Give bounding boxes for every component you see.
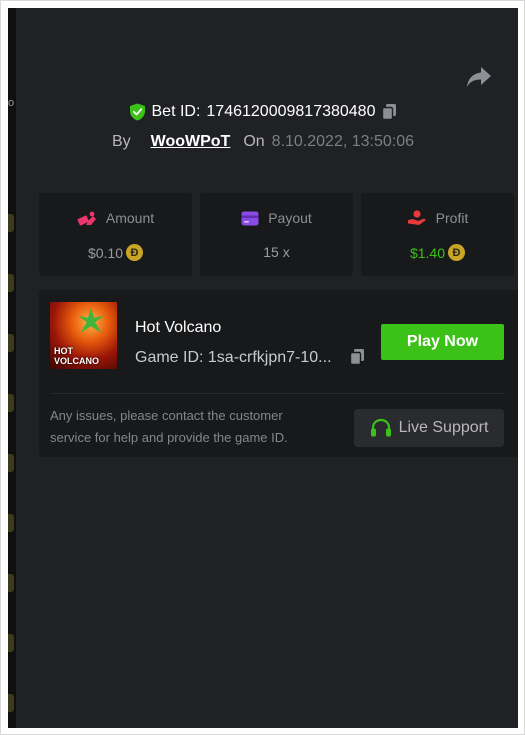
by-label: By xyxy=(111,133,131,150)
amount-label: Amount xyxy=(105,210,155,226)
game-thumbnail[interactable]: HOT VOLCANO xyxy=(50,302,117,369)
bet-id-label: Bet ID: xyxy=(151,103,201,120)
bet-details-panel: o Bet ID: 1746120009817380480 By WooWPoT… xyxy=(8,8,518,728)
live-support-label: Live Support xyxy=(398,419,489,436)
share-icon[interactable] xyxy=(466,66,492,88)
divider xyxy=(50,393,505,394)
amount-stat: Amount $0.10 Ð xyxy=(39,193,192,276)
thumbnail-text-line1: HOT xyxy=(54,346,73,356)
background-item xyxy=(8,274,14,292)
background-item xyxy=(8,454,14,472)
live-support-button[interactable]: Live Support xyxy=(354,409,504,447)
verified-shield-icon xyxy=(129,103,145,121)
amount-value: $0.10 xyxy=(87,244,124,261)
bet-amount-icon xyxy=(77,211,96,226)
on-label: On xyxy=(243,133,265,150)
payout-value: 15 x xyxy=(263,244,290,260)
bet-date: 8.10.2022, 13:50:06 xyxy=(271,133,415,150)
bet-author-row: By WooWPoT On 8.10.2022, 13:50:06 xyxy=(8,132,518,152)
payout-stat: Payout 15 x xyxy=(200,193,353,276)
profit-value: $1.40 xyxy=(409,244,446,261)
game-title[interactable]: Hot Volcano xyxy=(135,319,221,337)
thumbnail-caption: HOT VOLCANO xyxy=(54,346,99,366)
background-item xyxy=(8,214,14,232)
background-item xyxy=(8,694,14,712)
payout-card-icon xyxy=(241,211,259,225)
profit-hand-icon xyxy=(407,210,426,225)
bet-id-value: 1746120009817380480 xyxy=(206,103,376,120)
headset-icon xyxy=(370,418,391,437)
username-link[interactable]: WooWPoT xyxy=(151,133,231,151)
support-notice: Any issues, please contact the customer … xyxy=(50,408,288,445)
game-id: Game ID: 1sa-crfkjpn7-10... xyxy=(135,349,332,366)
background-item xyxy=(8,394,14,412)
background-item xyxy=(8,514,14,532)
profit-label: Profit xyxy=(435,210,469,226)
bet-id-row: Bet ID: 1746120009817380480 xyxy=(8,100,518,124)
thumbnail-text-line2: VOLCANO xyxy=(54,356,99,366)
background-item xyxy=(8,634,14,652)
profit-stat: Profit $1.40 Ð xyxy=(361,193,514,276)
background-item xyxy=(8,574,14,592)
payout-label: Payout xyxy=(268,210,312,226)
background-item xyxy=(8,334,14,352)
doge-coin-icon: Ð xyxy=(126,244,144,261)
copy-game-id-icon[interactable] xyxy=(349,348,365,366)
leaf-decoration xyxy=(78,308,104,333)
play-now-button[interactable]: Play Now xyxy=(381,324,504,360)
game-card: HOT VOLCANO Hot Volcano Game ID: 1sa-crf… xyxy=(39,290,518,457)
copy-bet-id-icon[interactable] xyxy=(381,103,397,121)
doge-coin-icon: Ð xyxy=(448,244,466,261)
